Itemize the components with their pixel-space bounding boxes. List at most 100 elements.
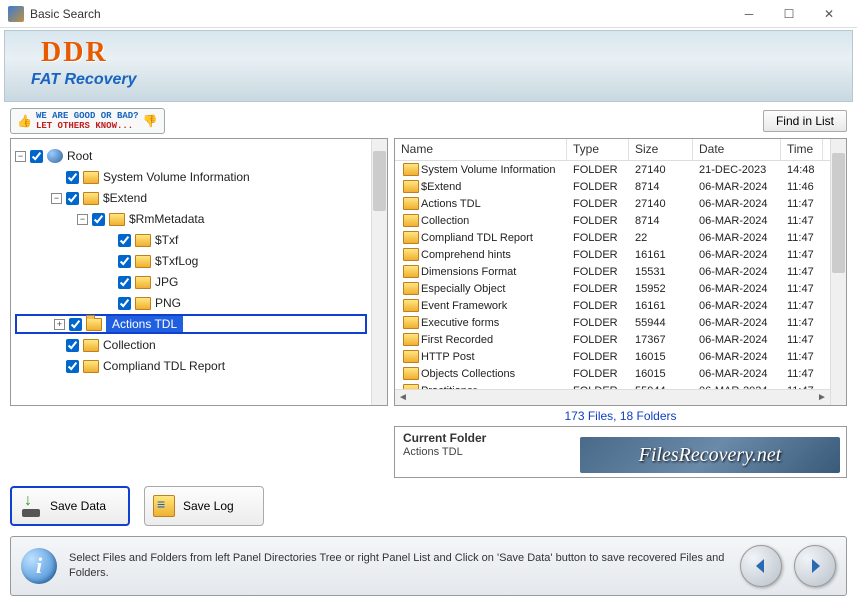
cell-date: 06-MAR-2024 xyxy=(693,351,781,363)
scroll-left-icon[interactable]: ◄ xyxy=(395,391,411,405)
folder-icon xyxy=(403,282,419,295)
info-icon: i xyxy=(21,548,57,584)
col-type[interactable]: Type xyxy=(567,139,629,160)
nav-back-button[interactable] xyxy=(740,545,782,587)
titlebar: Basic Search ─ ☐ ✕ xyxy=(0,0,857,28)
tree-checkbox[interactable] xyxy=(30,150,43,163)
tree-checkbox[interactable] xyxy=(92,213,105,226)
tree-checkbox[interactable] xyxy=(118,255,131,268)
cell-date: 06-MAR-2024 xyxy=(693,249,781,261)
list-row[interactable]: Compliand TDL ReportFOLDER2206-MAR-20241… xyxy=(395,229,830,246)
feedback-badge[interactable]: 👍 WE ARE GOOD OR BAD? LET OTHERS KNOW...… xyxy=(10,108,165,134)
tree-label: Compliand TDL Report xyxy=(103,359,225,373)
tree-checkbox[interactable] xyxy=(66,339,79,352)
list-row[interactable]: HTTP PostFOLDER1601506-MAR-202411:47 xyxy=(395,348,830,365)
list-row[interactable]: Especially ObjectFOLDER1595206-MAR-20241… xyxy=(395,280,830,297)
tree-checkbox[interactable] xyxy=(66,171,79,184)
list-row[interactable]: System Volume InformationFOLDER2714021-D… xyxy=(395,161,830,178)
cell-size: 16015 xyxy=(629,351,693,363)
cell-name: Collection xyxy=(421,215,469,227)
tree-node-5[interactable]: JPG xyxy=(15,272,367,292)
col-size[interactable]: Size xyxy=(629,139,693,160)
list-row[interactable]: Executive formsFOLDER5594406-MAR-202411:… xyxy=(395,314,830,331)
save-data-button[interactable]: Save Data xyxy=(10,486,130,526)
cell-size: 27140 xyxy=(629,198,693,210)
folder-icon xyxy=(403,350,419,363)
tree-scrollbar[interactable] xyxy=(371,139,387,405)
close-button[interactable]: ✕ xyxy=(809,0,849,28)
tree-checkbox[interactable] xyxy=(118,234,131,247)
folder-icon xyxy=(109,213,125,226)
cell-date: 06-MAR-2024 xyxy=(693,368,781,380)
col-date[interactable]: Date xyxy=(693,139,781,160)
toggle-icon[interactable]: − xyxy=(51,193,62,204)
tree-checkbox[interactable] xyxy=(69,318,82,331)
list-header: Name Type Size Date Time xyxy=(395,139,830,161)
directory-tree-panel: −RootSystem Volume Information−$Extend−$… xyxy=(10,138,388,406)
list-row[interactable]: Event FrameworkFOLDER1616106-MAR-202411:… xyxy=(395,297,830,314)
status-summary: 173 Files, 18 Folders xyxy=(394,406,847,426)
tree-checkbox[interactable] xyxy=(118,297,131,310)
list-hscrollbar[interactable]: ◄ ► xyxy=(395,389,830,405)
tree-node-4[interactable]: $TxfLog xyxy=(15,251,367,271)
tree-node-1[interactable]: − $Extend xyxy=(15,188,367,208)
cell-time: 11:47 xyxy=(781,300,823,312)
tree-checkbox[interactable] xyxy=(66,360,79,373)
banner: DDR FAT Recovery xyxy=(4,30,853,102)
tree-node-6[interactable]: PNG xyxy=(15,293,367,313)
list-row[interactable]: $ExtendFOLDER871406-MAR-202411:46 xyxy=(395,178,830,195)
toggle-icon[interactable]: + xyxy=(54,319,65,330)
tree-label: $Extend xyxy=(103,191,147,205)
cell-name: HTTP Post xyxy=(421,351,475,363)
cell-name: Compliand TDL Report xyxy=(421,232,533,244)
toggle-icon[interactable]: − xyxy=(77,214,88,225)
thumbs-up-icon: 👍 xyxy=(17,114,32,129)
col-time[interactable]: Time xyxy=(781,139,823,160)
nav-forward-button[interactable] xyxy=(794,545,836,587)
list-row[interactable]: First RecordedFOLDER1736706-MAR-202411:4… xyxy=(395,331,830,348)
cell-type: FOLDER xyxy=(567,249,629,261)
save-log-button[interactable]: Save Log xyxy=(144,486,264,526)
thumbs-down-icon: 👎 xyxy=(143,114,158,129)
folder-icon xyxy=(403,333,419,346)
list-row[interactable]: Comprehend hintsFOLDER1616106-MAR-202411… xyxy=(395,246,830,263)
list-row[interactable]: PractitionerFOLDER5594406-MAR-202411:47 xyxy=(395,382,830,389)
cell-time: 11:47 xyxy=(781,198,823,210)
find-in-list-button[interactable]: Find in List xyxy=(763,110,847,132)
cell-size: 27140 xyxy=(629,164,693,176)
col-name[interactable]: Name xyxy=(395,139,567,160)
tree-node-9[interactable]: Compliand TDL Report xyxy=(15,356,367,376)
list-row[interactable]: Objects CollectionsFOLDER1601506-MAR-202… xyxy=(395,365,830,382)
tree-label: JPG xyxy=(155,275,178,289)
toggle-icon[interactable]: − xyxy=(15,151,26,162)
tree-checkbox[interactable] xyxy=(118,276,131,289)
cell-name: Comprehend hints xyxy=(421,249,511,261)
tree-node-2[interactable]: −$RmMetadata xyxy=(15,209,367,229)
cell-size: 55944 xyxy=(629,317,693,329)
cell-name: Executive forms xyxy=(421,317,499,329)
cell-size: 16161 xyxy=(629,300,693,312)
cell-time: 11:47 xyxy=(781,215,823,227)
tree-node-3[interactable]: $Txf xyxy=(15,230,367,250)
folder-icon xyxy=(403,214,419,227)
cell-time: 11:47 xyxy=(781,334,823,346)
tree-checkbox[interactable] xyxy=(66,192,79,205)
drive-icon xyxy=(47,149,63,163)
list-row[interactable]: CollectionFOLDER871406-MAR-202411:47 xyxy=(395,212,830,229)
list-vscrollbar[interactable] xyxy=(830,139,846,405)
tree-node-7[interactable]: +Actions TDL xyxy=(15,314,367,334)
list-row[interactable]: Actions TDLFOLDER2714006-MAR-202411:47 xyxy=(395,195,830,212)
scroll-right-icon[interactable]: ► xyxy=(814,391,830,405)
cell-name: First Recorded xyxy=(421,334,493,346)
minimize-button[interactable]: ─ xyxy=(729,0,769,28)
cell-time: 11:47 xyxy=(781,266,823,278)
folder-icon xyxy=(83,192,99,205)
cell-date: 06-MAR-2024 xyxy=(693,300,781,312)
cell-time: 11:47 xyxy=(781,368,823,380)
tree-node-0[interactable]: System Volume Information xyxy=(15,167,367,187)
maximize-button[interactable]: ☐ xyxy=(769,0,809,28)
list-row[interactable]: Dimensions FormatFOLDER1553106-MAR-20241… xyxy=(395,263,830,280)
tree-node-8[interactable]: Collection xyxy=(15,335,367,355)
cell-type: FOLDER xyxy=(567,368,629,380)
tree-root[interactable]: −Root xyxy=(15,146,367,166)
